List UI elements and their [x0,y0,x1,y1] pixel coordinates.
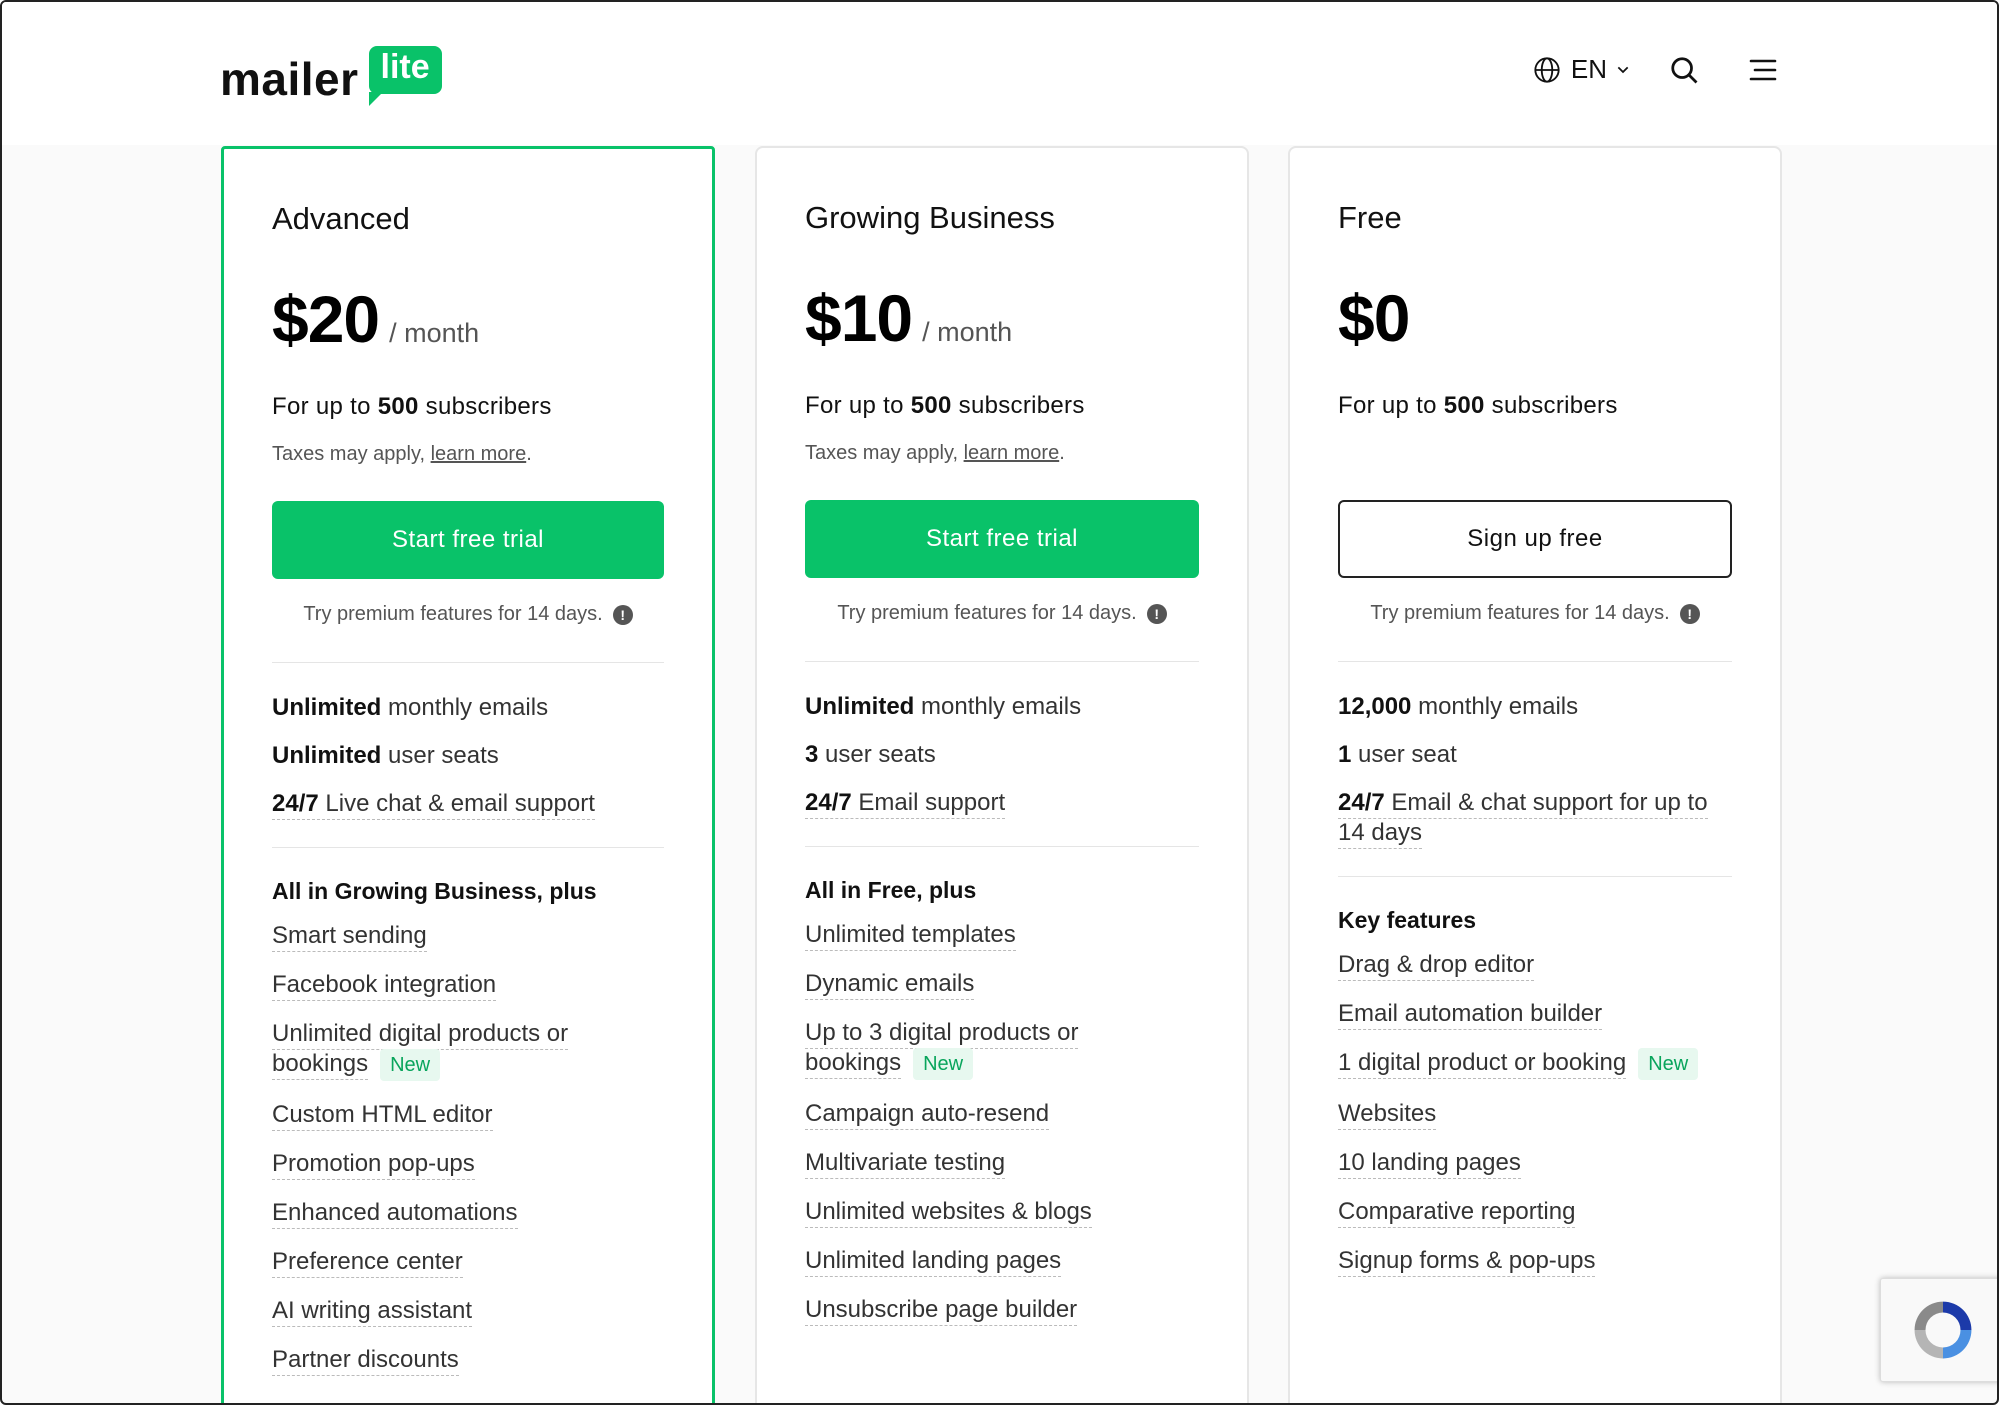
menu-icon [1749,59,1777,80]
quota-support[interactable]: 24/7 Email support [805,788,1199,819]
new-badge: New [913,1048,974,1080]
feature-item[interactable]: Unlimited templates [805,920,1199,951]
feature-item[interactable]: Preference center [272,1247,664,1278]
quota-support[interactable]: 24/7 Live chat & email support [272,789,664,820]
divider [1338,876,1732,877]
info-icon[interactable]: ! [1679,603,1700,624]
trial-note: Try premium features for 14 days.! [805,602,1199,625]
recaptcha-badge[interactable] [1880,1278,1997,1382]
plan-card-free: Free $0 For up to 500 subscribers Sign u… [1288,146,1782,1403]
features-heading: All in Free, plus [805,877,977,903]
feature-item[interactable]: Unlimited digital products or bookings Ne… [272,1019,602,1081]
quota-seats: 3 user seats [805,741,936,768]
feature-item[interactable]: Promotion pop-ups [272,1149,664,1180]
feature-item[interactable]: Partner discounts [272,1345,664,1376]
feature-item[interactable]: Unlimited landing pages [805,1246,1199,1277]
feature-item[interactable]: Enhanced automations [272,1198,664,1229]
info-icon[interactable]: ! [612,604,633,625]
site-header: mailer lite EN [2,2,1997,145]
divider [1338,661,1732,662]
tax-note-spacer [1338,442,1732,466]
divider [805,846,1199,847]
learn-more-link[interactable]: learn more [431,443,527,465]
language-label: EN [1570,54,1607,84]
quota-support[interactable]: 24/7 Email & chat support for up to 14 d… [1338,788,1732,849]
tax-note: Taxes may apply, learn more. [272,443,532,465]
feature-item[interactable]: Comparative reporting [1338,1197,1732,1228]
quota-emails: Unlimited monthly emails [272,694,549,721]
features-heading: All in Growing Business, plus [272,878,597,904]
subscriber-limit: For up to 500 subscribers [805,392,1085,419]
quota-seats: 1 user seat [1338,741,1457,768]
new-badge: New [380,1049,441,1081]
feature-item[interactable]: Facebook integration [272,970,664,1001]
price-period: / month [389,318,480,348]
mailerlite-logo[interactable]: mailer lite [220,38,442,108]
quota-list: Unlimited monthly emails Unlimited user … [272,693,664,820]
recaptcha-icon [1914,1301,1972,1359]
globe-icon [1534,56,1560,83]
features-heading: Key features [1338,907,1477,933]
quota-emails: 12,000 monthly emails [1338,693,1579,720]
plan-card-advanced: Advanced $20 / month For up to 500 subsc… [221,146,715,1403]
trial-note: Try premium features for 14 days.! [272,603,664,626]
feature-item[interactable]: AI writing assistant [272,1296,664,1327]
new-badge: New [1638,1048,1699,1080]
quota-list: 12,000 monthly emails 1 user seat 24/7 E… [1338,692,1732,849]
page-frame: mailer lite EN Advanced $20 / month For … [0,0,1999,1405]
trial-note: Try premium features for 14 days.! [1338,602,1732,625]
chevron-down-icon [1617,66,1629,73]
plan-card-growing-business: Growing Business $10 / month For up to 5… [755,146,1249,1403]
search-icon [1671,56,1698,83]
start-free-trial-button[interactable]: Start free trial [272,501,664,579]
feature-item[interactable]: Campaign auto-resend [805,1099,1199,1130]
feature-item[interactable]: 1 digital product or booking New [1338,1048,1732,1080]
plan-name: Free [1338,200,1402,235]
quota-seats: Unlimited user seats [272,742,499,769]
sign-up-free-button[interactable]: Sign up free [1338,500,1732,578]
price-row: $0 [1338,280,1732,355]
subscriber-limit: For up to 500 subscribers [272,393,552,420]
quota-list: Unlimited monthly emails 3 user seats 24… [805,692,1199,819]
quota-emails: Unlimited monthly emails [805,693,1082,720]
language-selector[interactable]: EN [1533,54,1641,85]
price-row: $20 / month [272,281,664,356]
divider [805,661,1199,662]
feature-item[interactable]: 10 landing pages [1338,1148,1732,1179]
divider [272,662,664,663]
feature-item[interactable]: Drag & drop editor [1338,950,1732,981]
feature-item[interactable]: Unlimited websites & blogs [805,1197,1199,1228]
plan-price: $0 [1338,281,1410,355]
logo-badge: lite [368,46,442,106]
logo-word: mailer [220,53,359,105]
learn-more-link[interactable]: learn more [964,442,1060,464]
info-icon[interactable]: ! [1146,603,1167,624]
feature-item[interactable]: Dynamic emails [805,969,1199,1000]
price-row: $10 / month [805,280,1199,355]
plan-name: Advanced [272,201,410,236]
subscriber-limit: For up to 500 subscribers [1338,392,1618,419]
header-actions: EN [1533,54,1777,85]
feature-item[interactable]: Smart sending [272,921,664,952]
plan-price: $10 [805,281,913,355]
feature-item[interactable]: Websites [1338,1099,1732,1130]
feature-item[interactable]: Up to 3 digital products or bookings New [805,1018,1135,1080]
plan-name: Growing Business [805,200,1055,235]
plan-price: $20 [272,282,380,356]
feature-item[interactable]: Custom HTML editor [272,1100,664,1131]
search-button[interactable] [1669,55,1699,85]
tax-note: Taxes may apply, learn more. [805,442,1065,464]
hamburger-menu-button[interactable] [1749,58,1777,82]
feature-item[interactable]: Signup forms & pop-ups [1338,1246,1732,1277]
start-free-trial-button[interactable]: Start free trial [805,500,1199,578]
feature-item[interactable]: Unsubscribe page builder [805,1295,1199,1326]
divider [272,847,664,848]
feature-item[interactable]: Email automation builder [1338,999,1732,1030]
feature-item[interactable]: Multivariate testing [805,1148,1199,1179]
price-period: / month [922,317,1013,347]
